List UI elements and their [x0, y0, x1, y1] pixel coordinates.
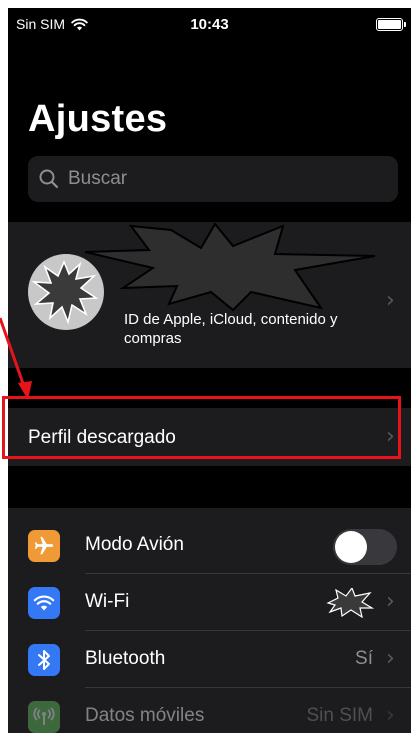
redaction-mark [84, 222, 376, 312]
airplane-icon [28, 530, 60, 562]
chevron-right-icon: › [386, 646, 395, 671]
search-input[interactable] [66, 167, 390, 191]
bluetooth-icon [28, 644, 60, 676]
chevron-right-icon: › [386, 288, 395, 313]
settings-list: Modo Avión Wi-Fi › Bluetooth Sí › Datos … [8, 508, 411, 733]
wifi-label: Wi-Fi [85, 591, 130, 612]
bluetooth-label: Bluetooth [85, 648, 166, 669]
chevron-right-icon: › [386, 703, 395, 728]
airplane-mode-toggle[interactable] [333, 529, 397, 565]
antenna-icon [28, 701, 60, 733]
downloaded-profile-label: Perfil descargado [28, 427, 176, 448]
bluetooth-row[interactable]: Bluetooth Sí › [8, 631, 411, 688]
airplane-mode-label: Modo Avión [85, 534, 184, 555]
bluetooth-value: Sí [355, 648, 373, 669]
page-title: Ajustes [28, 98, 168, 140]
search-icon [39, 169, 59, 189]
mobile-data-label: Datos móviles [85, 705, 205, 726]
status-bar: Sin SIM 10:43 [8, 8, 411, 42]
chevron-right-icon: › [386, 424, 395, 449]
wifi-icon [28, 587, 60, 619]
mobile-data-row[interactable]: Datos móviles Sin SIM › [8, 688, 411, 733]
apple-id-card[interactable]: ID de Apple, iCloud, contenido y compras… [8, 222, 411, 368]
apple-id-subtitle: ID de Apple, iCloud, contenido y compras [124, 311, 338, 347]
mobile-data-value: Sin SIM [306, 705, 373, 726]
redaction-mark [326, 588, 374, 618]
clock: 10:43 [190, 16, 229, 33]
toggle-knob [335, 531, 367, 563]
search-bar[interactable] [28, 156, 398, 202]
settings-screen: Sin SIM 10:43 Ajustes ID de Apple, i [8, 8, 411, 733]
battery-icon [376, 18, 406, 31]
wifi-row[interactable]: Wi-Fi › [8, 574, 411, 631]
chevron-right-icon: › [386, 589, 395, 614]
downloaded-profile-row[interactable]: Perfil descargado › [8, 408, 411, 466]
airplane-mode-row: Modo Avión [8, 517, 411, 574]
